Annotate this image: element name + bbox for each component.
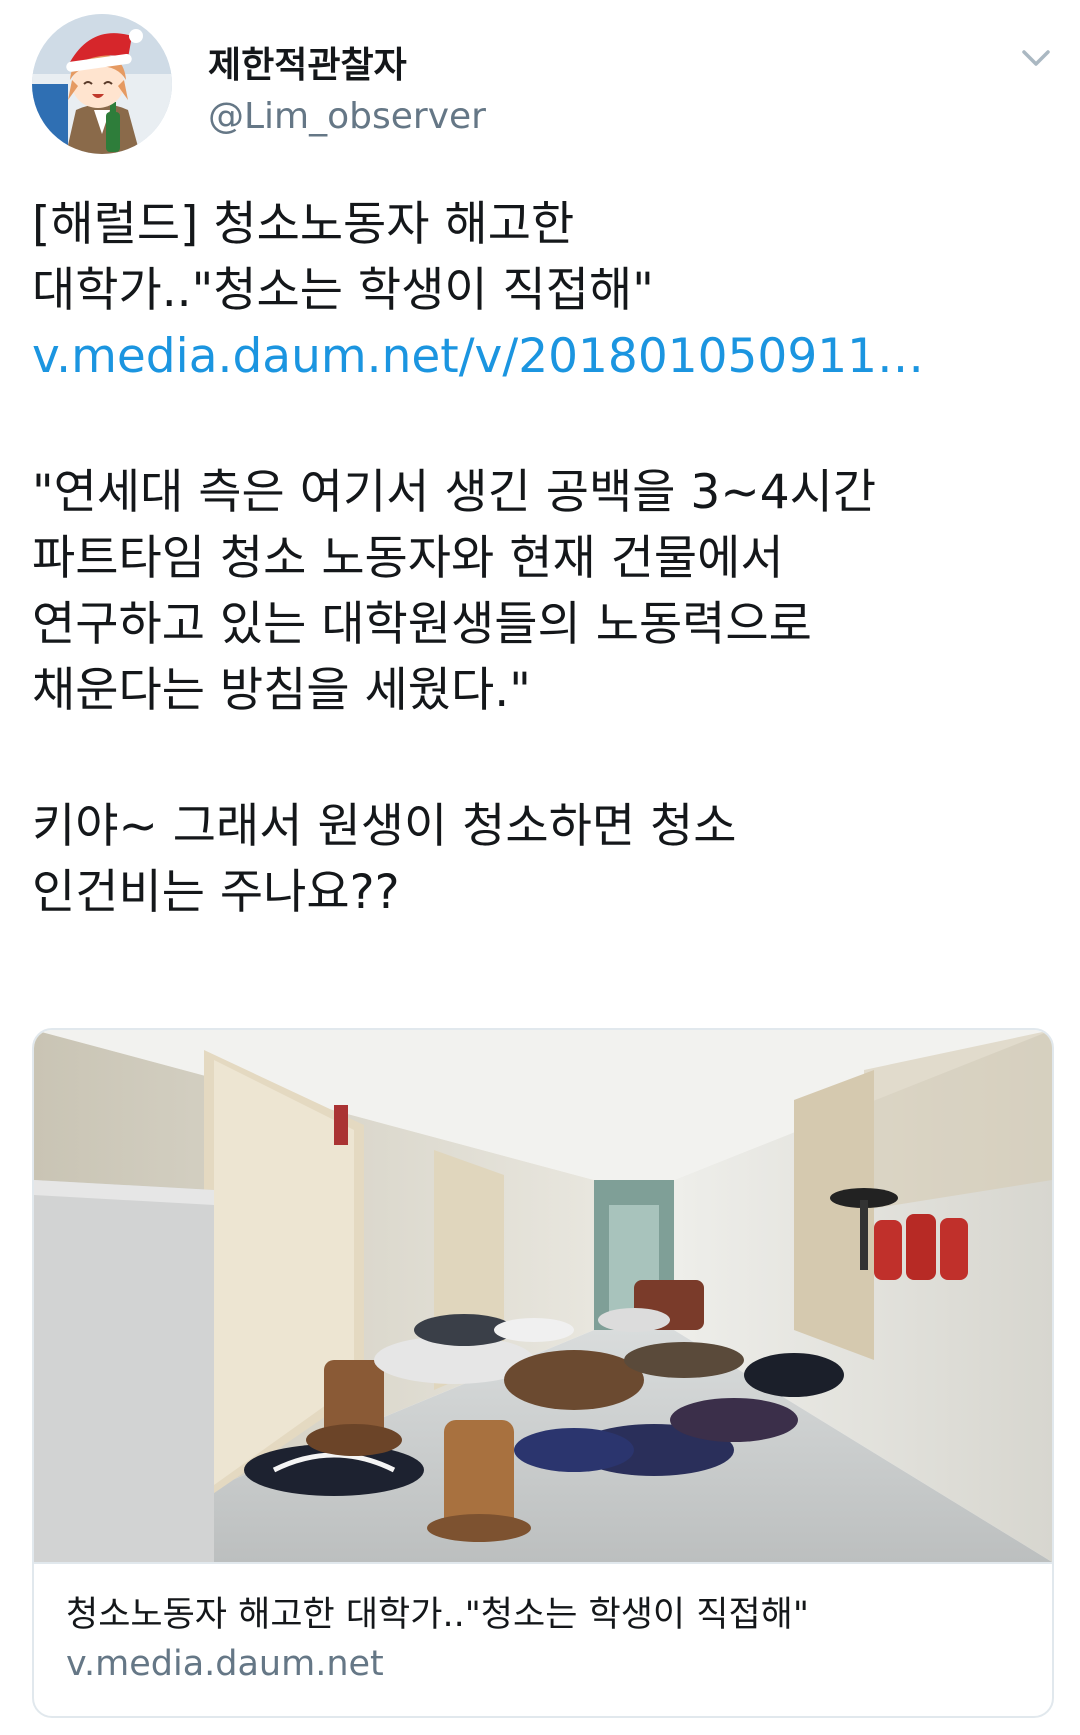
article-link[interactable]: v.media.daum.net/v/201801050911… <box>32 324 924 390</box>
user-handle[interactable]: @Lim_observer <box>208 96 486 137</box>
headline-line: [해럴드] 청소노동자 해고한 <box>32 197 575 252</box>
hallway-shoes-photo <box>34 1030 1052 1562</box>
card-domain: v.media.daum.net <box>66 1644 384 1684</box>
card-image[interactable] <box>34 1030 1052 1562</box>
comment-line: 인건비는 주나요?? <box>32 865 400 920</box>
card-title[interactable]: 청소노동자 해고한 대학가.."청소는 학생이 직접해" <box>66 1586 809 1637</box>
avatar[interactable] <box>32 14 172 154</box>
quote-line: 채운다는 방침을 세웠다." <box>32 663 531 718</box>
comment-line: 키야~ 그래서 원생이 청소하면 청소 <box>32 799 737 854</box>
display-name[interactable]: 제한적관찰자 <box>208 36 407 88</box>
quote-line: 연구하고 있는 대학원생들의 노동력으로 <box>32 597 812 652</box>
card-meta[interactable]: 청소노동자 해고한 대학가.."청소는 학생이 직접해" v.media.dau… <box>34 1562 1052 1716</box>
quote-line: 파트타임 청소 노동자와 현재 건물에서 <box>32 531 784 586</box>
headline-line: 대학가.."청소는 학생이 직접해" <box>32 263 654 318</box>
tweet-text: [해럴드] 청소노동자 해고한 대학가.."청소는 학생이 직접해" v.med… <box>32 192 1052 926</box>
avatar-illustration <box>32 14 172 154</box>
tweet: 제한적관찰자 @Lim_observer [해럴드] 청소노동자 해고한 대학가… <box>0 0 1080 1735</box>
link-preview-card[interactable]: 청소노동자 해고한 대학가.."청소는 학생이 직접해" v.media.dau… <box>32 1028 1054 1718</box>
chevron-down-icon[interactable] <box>1014 40 1058 76</box>
quote-line: "연세대 측은 여기서 생긴 공백을 3~4시간 <box>32 465 877 520</box>
